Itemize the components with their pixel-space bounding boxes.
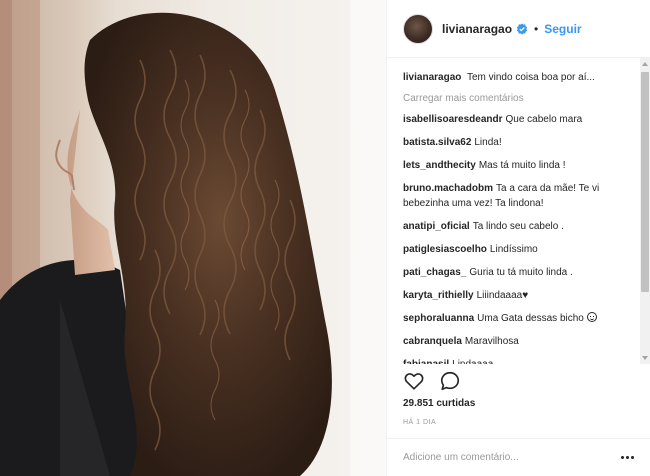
heart-icon[interactable] bbox=[403, 370, 425, 392]
load-more-comments-button[interactable]: Carregar mais comentários bbox=[403, 93, 631, 104]
comment-row: sephoraluanna Uma Gata dessas bicho bbox=[403, 311, 631, 326]
comment-row: anatipi_oficial Ta lindo seu cabelo . bbox=[403, 219, 631, 234]
smiley-emoji-icon bbox=[586, 312, 597, 322]
header-separator: • bbox=[534, 21, 539, 36]
comment-username[interactable]: pati_chagas_ bbox=[403, 267, 466, 278]
post-actions bbox=[403, 368, 475, 394]
comment-text: Lindaaaa bbox=[452, 359, 493, 364]
header-username[interactable]: livianaragao bbox=[442, 22, 512, 36]
likes-count[interactable]: 29.851 curtidas bbox=[403, 398, 475, 409]
comment-text: Lindíssimo bbox=[489, 244, 538, 255]
comment-username[interactable]: sephoraluanna bbox=[403, 313, 474, 324]
comment-row: isabellisoaresdeandr Que cabelo mara bbox=[403, 112, 631, 127]
verified-badge-icon bbox=[516, 23, 528, 34]
comment-row: bruno.machadobm Ta a cara da mãe! Te vi b… bbox=[403, 181, 631, 211]
caption-text: Tem vindo coisa boa por aí... bbox=[466, 72, 595, 83]
comment-username[interactable]: lets_andthecity bbox=[403, 160, 476, 171]
post-timestamp[interactable]: HÁ 1 DIA bbox=[403, 419, 436, 426]
comment-username[interactable]: anatipi_oficial bbox=[403, 221, 470, 232]
caption-username[interactable]: livianaragao bbox=[403, 72, 461, 83]
add-comment-bar bbox=[387, 438, 650, 476]
scroll-up-arrow-icon[interactable] bbox=[642, 62, 648, 66]
comment-row: batista.silva62 Linda! bbox=[403, 135, 631, 150]
comment-row: fabianasilLindaaaa bbox=[403, 357, 631, 364]
comment-username[interactable]: fabianasil bbox=[403, 359, 449, 364]
comment-text: Ta lindo seu cabelo . bbox=[472, 221, 564, 232]
post-header: livianaragao • Seguir bbox=[387, 0, 650, 58]
more-options-icon[interactable] bbox=[621, 455, 635, 460]
comment-row: patiglesiascoelho Lindíssimo bbox=[403, 242, 631, 257]
comment-text: Mas tá muito linda ! bbox=[478, 160, 566, 171]
comment-row: lets_andthecity Mas tá muito linda ! bbox=[403, 158, 631, 173]
comment-username[interactable]: patiglesiascoelho bbox=[403, 244, 487, 255]
comment-row: pati_chagas_ Guria tu tá muito linda . bbox=[403, 265, 631, 280]
post-photo[interactable] bbox=[0, 0, 386, 476]
comment-row: cabranquela Maravilhosa bbox=[403, 334, 631, 349]
post-image bbox=[0, 0, 386, 476]
post-caption: livianaragao Tem vindo coisa boa por aí.… bbox=[403, 70, 631, 85]
comments-scrollbar[interactable] bbox=[640, 58, 650, 364]
scroll-down-arrow-icon[interactable] bbox=[642, 356, 648, 360]
comment-text: Linda! bbox=[474, 137, 502, 148]
comment-username[interactable]: batista.silva62 bbox=[403, 137, 471, 148]
comment-text: Guria tu tá muito linda . bbox=[469, 267, 573, 278]
black-heart-emoji-icon: ♥ bbox=[522, 290, 529, 301]
comment-username[interactable]: karyta_rithielly bbox=[403, 290, 474, 301]
comment-row: karyta_rithielly Liiindaaaa♥ bbox=[403, 288, 631, 303]
comment-input[interactable] bbox=[403, 452, 621, 463]
avatar[interactable] bbox=[403, 13, 433, 44]
scroll-thumb[interactable] bbox=[641, 72, 649, 292]
comment-username[interactable]: isabellisoaresdeandr bbox=[403, 114, 503, 125]
comment-text: Maravilhosa bbox=[464, 336, 519, 347]
follow-button[interactable]: Seguir bbox=[544, 22, 581, 36]
comment-bubble-icon[interactable] bbox=[439, 370, 461, 392]
comment-text: Que cabelo mara bbox=[505, 114, 583, 125]
comments-list[interactable]: livianaragao Tem vindo coisa boa por aí.… bbox=[387, 58, 650, 364]
comment-text: Liiindaaaa bbox=[476, 290, 523, 301]
comment-text: Uma Gata dessas bicho bbox=[477, 313, 584, 324]
comment-username[interactable]: bruno.machadobm bbox=[403, 183, 493, 194]
comment-username[interactable]: cabranquela bbox=[403, 336, 462, 347]
post-sidebar: livianaragao • Seguir livianaragao Tem v… bbox=[386, 0, 650, 476]
